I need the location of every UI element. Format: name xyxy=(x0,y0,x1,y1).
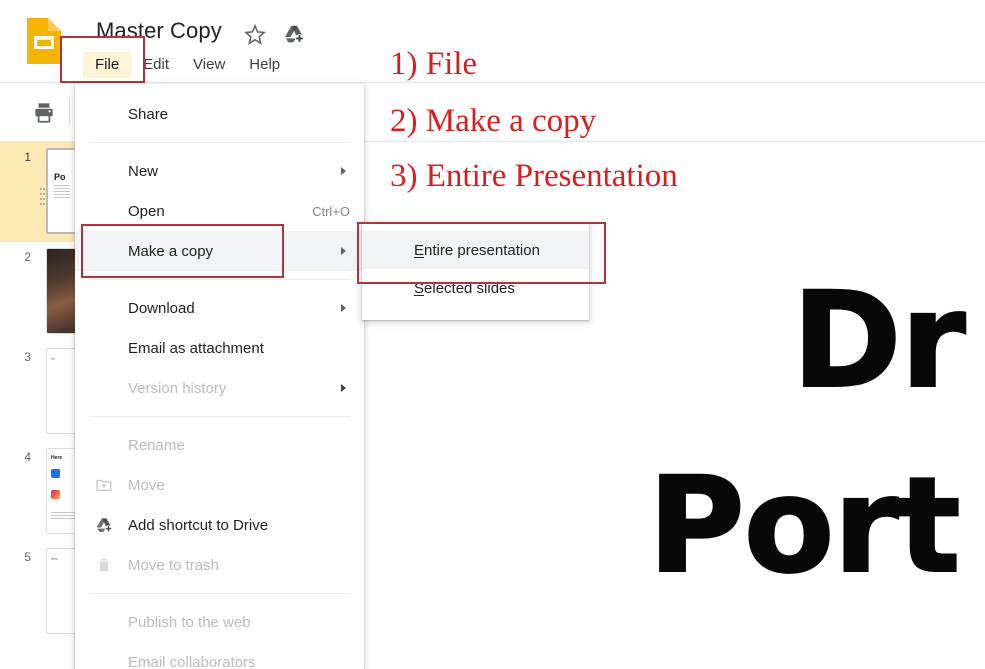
menu-separator xyxy=(89,279,350,280)
menu-item-email-as-attachment[interactable]: Email as attachment xyxy=(75,328,364,368)
slide-number: 2 xyxy=(24,250,31,264)
menu-item-new[interactable]: New xyxy=(75,151,364,191)
menu-item-label: New xyxy=(128,162,159,180)
slide-number: 1 xyxy=(24,150,31,164)
printer-icon[interactable] xyxy=(31,99,57,125)
menu-edit[interactable]: Edit xyxy=(131,52,181,78)
menu-item-shortcut: Ctrl+O xyxy=(312,203,350,219)
menu-item-label: Email as attachment xyxy=(128,339,264,357)
add-shortcut-to-drive-icon xyxy=(95,516,113,534)
slide-number: 5 xyxy=(24,550,31,564)
menu-item-label: Share xyxy=(128,105,169,123)
toolbar-divider xyxy=(69,98,70,124)
menu-help[interactable]: Help xyxy=(237,52,292,78)
menu-item-email-collaborators: Email collaborators xyxy=(75,642,364,669)
menu-item-label: Make a copy xyxy=(128,242,214,260)
filmstrip-slide-3[interactable]: 3 Im xyxy=(0,342,94,442)
menu-item-label: Move to trash xyxy=(128,556,219,574)
star-outline-icon[interactable] xyxy=(243,23,267,46)
filmstrip-slide-1[interactable]: 1 Po xyxy=(0,142,94,242)
menu-item-version-history: Version history xyxy=(75,368,364,408)
menu-item-download[interactable]: Download xyxy=(75,288,364,328)
document-title[interactable]: Master Copy xyxy=(96,18,222,44)
slide-filmstrip[interactable]: 1 Po 2 3 Im 4 Here 5 Here xyxy=(0,142,94,669)
chevron-right-icon xyxy=(341,384,346,392)
menu-item-label: Version history xyxy=(128,379,227,397)
menu-view[interactable]: View xyxy=(181,52,237,78)
mnemonic-letter: E xyxy=(414,241,425,259)
filmstrip-slide-4[interactable]: 4 Here xyxy=(0,442,94,542)
menu-item-publish-to-the-web: Publish to the web xyxy=(75,602,364,642)
menu-item-label: Rename xyxy=(128,436,185,454)
menu-separator xyxy=(89,142,350,143)
submenu-item-selected-slides[interactable]: Selected slides xyxy=(362,269,589,307)
menu-item-make-a-copy[interactable]: Make a copy xyxy=(75,231,364,271)
menu-item-add-shortcut-to-drive[interactable]: Add shortcut to Drive xyxy=(75,505,364,545)
google-slides-window: Master Copy File Edit View Help 1 Po 2 3… xyxy=(0,0,985,669)
slide-number: 4 xyxy=(24,450,31,464)
menu-item-label: Publish to the web xyxy=(128,613,251,631)
submenu-label-rest: elected slides xyxy=(424,279,515,297)
file-dropdown-menu[interactable]: Share New Open Ctrl+O Make a copy Download Ema… xyxy=(75,84,364,669)
menu-item-rename: Rename xyxy=(75,425,364,465)
slide-heading-line-1[interactable]: Dr xyxy=(791,274,967,408)
menu-item-move-to-trash: Move to trash xyxy=(75,545,364,585)
menu-file[interactable]: File xyxy=(83,52,132,78)
slides-logo-icon[interactable] xyxy=(24,16,64,66)
menu-item-share[interactable]: Share xyxy=(75,94,364,134)
chevron-right-icon xyxy=(341,167,346,175)
mnemonic-letter: S xyxy=(414,279,425,297)
menu-item-label: Download xyxy=(128,299,195,317)
add-shortcut-to-drive-icon[interactable] xyxy=(283,23,305,45)
filmstrip-slide-2[interactable]: 2 xyxy=(0,242,94,342)
submenu-label-rest: ntire presentation xyxy=(424,241,540,259)
menu-item-move: Move xyxy=(75,465,364,505)
annotation-step-1: 1) File xyxy=(390,46,478,82)
submenu-item-entire-presentation[interactable]: Entire presentation xyxy=(362,231,589,269)
menu-item-label: Move xyxy=(128,476,165,494)
move-folder-icon xyxy=(95,476,113,494)
annotation-step-2: 2) Make a copy xyxy=(390,103,597,139)
menu-separator xyxy=(89,593,350,594)
make-a-copy-submenu[interactable]: Entire presentation Selected slides xyxy=(362,223,589,320)
menu-item-label: Open xyxy=(128,202,165,220)
slide-number: 3 xyxy=(24,350,31,364)
slide-drag-handle[interactable] xyxy=(40,188,45,210)
chevron-right-icon xyxy=(341,304,346,312)
slide-heading-line-2[interactable]: Port xyxy=(647,459,962,593)
menu-item-open[interactable]: Open Ctrl+O xyxy=(75,191,364,231)
trash-icon xyxy=(95,556,113,574)
thumb-body-lines xyxy=(54,185,70,198)
menu-item-label: Add shortcut to Drive xyxy=(128,516,269,534)
filmstrip-slide-5[interactable]: 5 Here xyxy=(0,542,94,642)
menu-separator xyxy=(89,416,350,417)
menubar: File Edit View Help xyxy=(83,52,292,78)
menubar-divider xyxy=(0,82,985,83)
menu-item-label: Email collaborators xyxy=(128,653,256,669)
chevron-right-icon xyxy=(341,247,346,255)
annotation-step-3: 3) Entire Presentation xyxy=(390,158,678,194)
current-slide-surface[interactable]: Dr Port xyxy=(538,150,985,660)
